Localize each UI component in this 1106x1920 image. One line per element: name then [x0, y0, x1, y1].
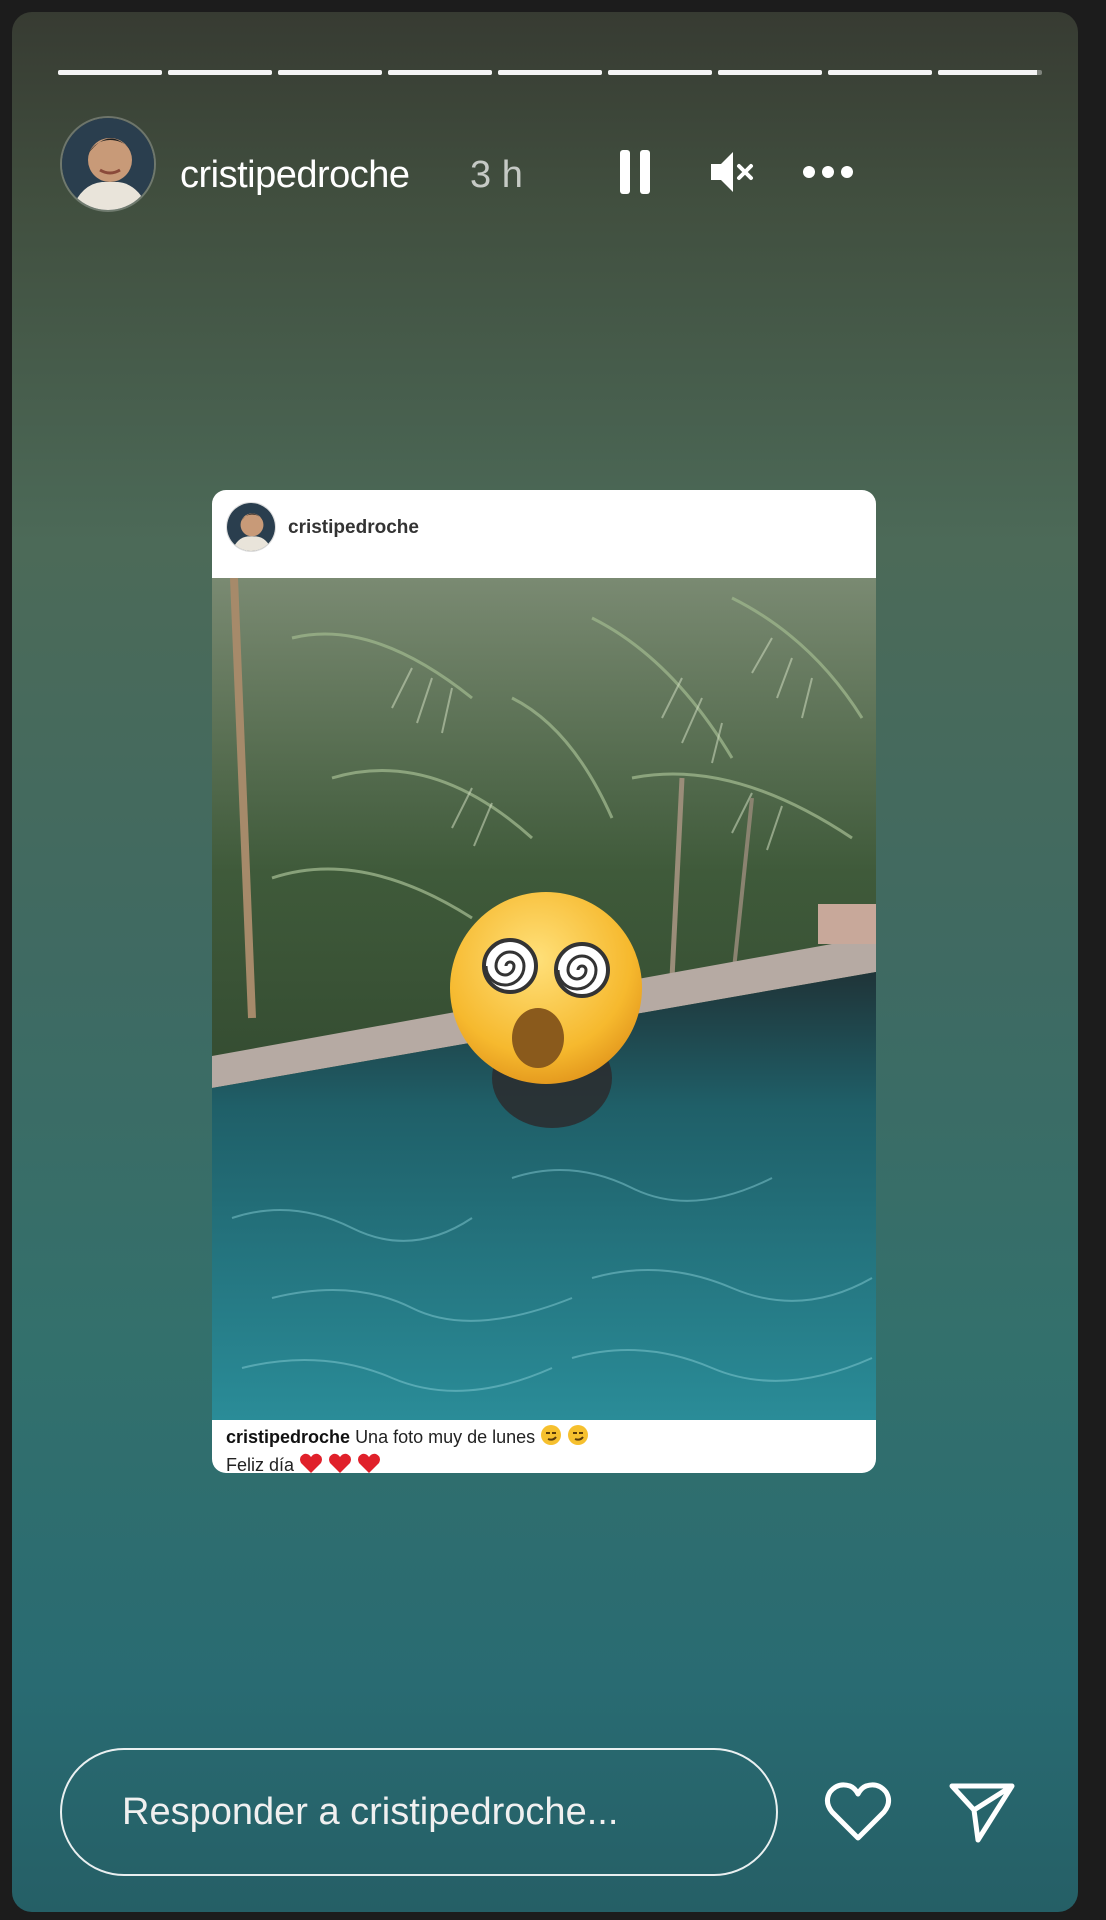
post-avatar — [226, 502, 276, 552]
story-progress-bar — [58, 70, 1042, 76]
red-heart-icon — [357, 1452, 381, 1473]
story-timestamp: 3 h — [470, 154, 523, 196]
progress-segment — [828, 70, 932, 75]
pause-button[interactable] — [606, 142, 666, 202]
progress-segment — [168, 70, 272, 75]
progress-segment-fill — [58, 70, 162, 75]
paper-plane-icon — [949, 1783, 1015, 1843]
heart-icon — [824, 1782, 892, 1841]
progress-segment — [498, 70, 602, 75]
progress-segment — [58, 70, 162, 75]
progress-segment-fill — [608, 70, 712, 75]
progress-segment-fill — [498, 70, 602, 75]
progress-segment — [278, 70, 382, 75]
shared-post-card[interactable]: cristipedroche cristipedroche Una foto m… — [212, 490, 876, 1473]
red-heart-icon — [328, 1452, 352, 1473]
reply-field[interactable] — [60, 1748, 778, 1876]
pause-icon — [620, 150, 650, 194]
caption-text: Una foto muy de lunes — [355, 1426, 536, 1447]
progress-segment — [608, 70, 712, 75]
progress-segment — [388, 70, 492, 75]
progress-segment-fill — [278, 70, 382, 75]
progress-segment — [938, 70, 1042, 75]
progress-segment — [718, 70, 822, 75]
avatar[interactable] — [60, 116, 156, 212]
story-username[interactable]: cristipedroche — [180, 154, 410, 197]
more-options-button[interactable] — [798, 142, 858, 202]
progress-segment-fill — [718, 70, 822, 75]
progress-segment-fill — [828, 70, 932, 75]
smirk-emoji-icon — [540, 1424, 562, 1452]
like-button[interactable] — [818, 1772, 898, 1852]
red-heart-icon — [299, 1452, 323, 1473]
dizzy-face-emoji — [450, 892, 642, 1084]
progress-segment-fill — [168, 70, 272, 75]
more-icon — [803, 166, 853, 178]
progress-segment-fill — [938, 70, 1037, 75]
mute-button[interactable] — [702, 142, 762, 202]
story-viewer: cristipedroche 3 h cristipedroche cristi… — [12, 12, 1078, 1912]
post-username: cristipedroche — [288, 517, 419, 538]
post-header: cristipedroche — [212, 490, 876, 566]
send-button[interactable] — [942, 1772, 1022, 1852]
progress-segment-fill — [388, 70, 492, 75]
smirk-emoji-icon — [567, 1424, 589, 1452]
muted-speaker-icon — [711, 152, 753, 192]
reply-input[interactable] — [120, 1790, 744, 1835]
caption-username: cristipedroche — [226, 1426, 351, 1447]
post-caption: cristipedroche Una foto muy de lunes Fel… — [226, 1424, 862, 1473]
post-photo — [212, 578, 876, 1420]
caption-line-2: Feliz día — [226, 1454, 295, 1473]
